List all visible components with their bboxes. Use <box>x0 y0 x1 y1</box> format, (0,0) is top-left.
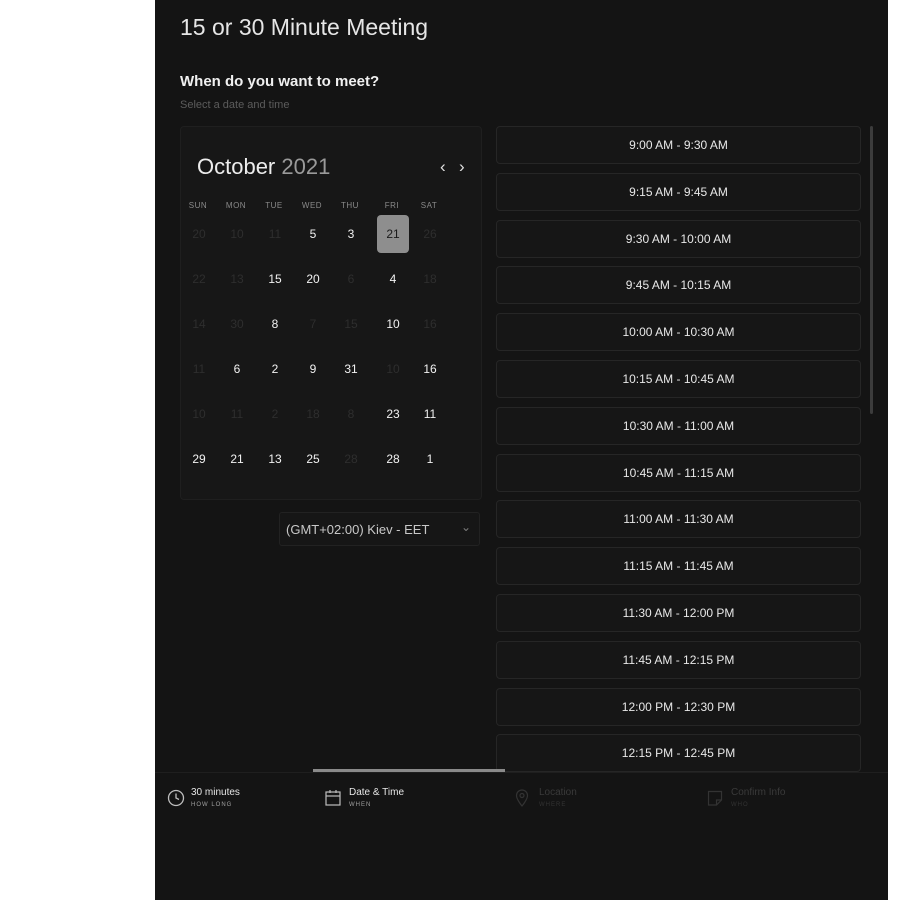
tab-sublabel: WHEN <box>349 802 372 808</box>
time-slot-button[interactable]: 11:30 AM - 12:00 PM <box>496 594 861 632</box>
page-title: 15 or 30 Minute Meeting <box>180 14 429 40</box>
calendar-day[interactable]: 20 <box>297 260 329 298</box>
tab-label: Location <box>539 787 577 798</box>
time-slot-button[interactable]: 9:00 AM - 9:30 AM <box>496 126 861 164</box>
location-pin-icon <box>515 789 529 807</box>
calendar-day: 20 <box>192 227 206 241</box>
calendar-day: 26 <box>423 227 437 241</box>
tab-label: 30 minutes <box>191 787 240 798</box>
chevron-down-icon: ⌄ <box>460 520 471 534</box>
time-slot-button[interactable]: 10:00 AM - 10:30 AM <box>496 313 861 352</box>
calendar-day[interactable]: 4 <box>377 260 409 298</box>
weekday-header: MON <box>225 201 247 210</box>
tab-label: Date & Time <box>349 787 405 798</box>
calendar-day: 10 <box>386 362 400 376</box>
calendar-day: 11 <box>230 407 244 421</box>
calendar-icon <box>325 790 341 806</box>
tab-sublabel: HOW LONG <box>191 802 233 808</box>
calendar-day: 16 <box>423 317 437 331</box>
time-slot-button[interactable]: 10:30 AM - 11:00 AM <box>496 406 861 445</box>
calendar-day[interactable]: 3 <box>335 215 367 253</box>
calendar-day: 18 <box>423 272 437 286</box>
calendar-day[interactable]: 10 <box>377 305 409 343</box>
calendar-day[interactable]: 6 <box>221 350 253 388</box>
section-heading: When do you want to meet? <box>180 73 380 90</box>
calendar-day: 10 <box>230 227 244 241</box>
time-slot-button[interactable]: 9:15 AM - 9:45 AM <box>496 172 861 211</box>
calendar-day[interactable]: 29 <box>183 440 215 478</box>
calendar-month: October <box>197 154 276 179</box>
time-slot-button[interactable]: 11:45 AM - 12:15 PM <box>496 640 861 679</box>
calendar-day: 11 <box>268 227 282 241</box>
time-slot-button[interactable]: 12:00 PM - 12:30 PM <box>496 687 861 726</box>
time-slot-button[interactable]: 11:00 AM - 11:30 AM <box>496 500 861 539</box>
calendar-day[interactable]: 2 <box>259 350 291 388</box>
weekday-header: THU <box>341 201 359 210</box>
tab-label: Confirm Info <box>731 787 786 798</box>
timezone-select[interactable]: (GMT+02:00) Kiev - EET ⌄ <box>279 512 480 546</box>
calendar-day[interactable]: 9 <box>297 350 329 388</box>
time-slot-list: 9:00 AM - 9:30 AM 9:15 AM - 9:45 AM 9:30 A… <box>496 126 861 774</box>
weekday-header: SUN <box>188 201 208 210</box>
step-tabbar: 30 minutes HOW LONG Date & Time WHEN Loc… <box>155 772 888 900</box>
calendar-day-selected[interactable]: 21 <box>377 215 409 253</box>
time-slot-button[interactable]: 12:15 PM - 12:45 PM <box>496 734 861 773</box>
time-slot-button[interactable]: 10:45 AM - 11:15 AM <box>496 453 861 492</box>
calendar-year: 2021 <box>281 154 331 179</box>
scheduler-panel: 15 or 30 Minute Meeting When do you want… <box>155 0 888 900</box>
calendar-day: 14 <box>192 317 206 331</box>
calendar-day: 8 <box>347 407 355 421</box>
time-slot-button[interactable]: 10:15 AM - 10:45 AM <box>496 360 861 398</box>
calendar-day[interactable]: 23 <box>377 395 409 433</box>
calendar-day: 18 <box>306 407 320 421</box>
calendar-day: 6 <box>347 272 355 286</box>
weekday-header: FRI <box>384 201 400 210</box>
next-month-button[interactable]: › <box>459 157 465 177</box>
calendar-day[interactable]: 16 <box>414 350 446 388</box>
calendar-day[interactable]: 25 <box>297 440 329 478</box>
weekday-header: TUE <box>265 201 283 210</box>
weekday-header: SAT <box>420 201 438 210</box>
timezone-value: (GMT+02:00) Kiev - EET <box>286 522 430 537</box>
calendar-day[interactable]: 15 <box>259 260 291 298</box>
calendar-day[interactable]: 1 <box>414 440 446 478</box>
calendar-day: 10 <box>192 407 206 421</box>
time-slot-button[interactable]: 9:30 AM - 10:00 AM <box>496 219 861 258</box>
calendar-day[interactable]: 5 <box>297 215 329 253</box>
prev-month-button[interactable]: ‹ <box>440 157 446 177</box>
time-slot-scrollbar[interactable] <box>870 126 873 414</box>
calendar-day: 28 <box>344 452 358 466</box>
tab-sublabel: WHO <box>731 802 749 808</box>
calendar: October 2021 ‹ › SUN MON TUE WED THU FRI SAT 20… <box>180 126 482 500</box>
calendar-day: 30 <box>230 317 244 331</box>
calendar-day: 15 <box>344 317 358 331</box>
time-slot-button[interactable]: 11:15 AM - 11:45 AM <box>496 547 861 586</box>
calendar-day[interactable]: 8 <box>259 305 291 343</box>
calendar-day[interactable]: 28 <box>377 440 409 478</box>
calendar-day[interactable]: 21 <box>221 440 253 478</box>
calendar-day: 2 <box>271 407 279 421</box>
calendar-month-year: October 2021 <box>197 154 330 180</box>
clock-icon <box>167 789 185 807</box>
time-slot-button[interactable]: 9:45 AM - 10:15 AM <box>496 266 861 305</box>
weekday-header: WED <box>301 201 323 210</box>
calendar-day: 22 <box>192 272 206 286</box>
calendar-day: 11 <box>192 362 206 376</box>
calendar-day[interactable]: 11 <box>414 395 446 433</box>
tab-sublabel: WHERE <box>539 802 567 808</box>
calendar-day: 7 <box>309 317 317 331</box>
calendar-day[interactable]: 31 <box>335 350 367 388</box>
section-subtitle: Select a date and time <box>180 99 290 111</box>
note-icon <box>707 790 723 806</box>
calendar-day: 13 <box>230 272 244 286</box>
calendar-day[interactable]: 13 <box>259 440 291 478</box>
